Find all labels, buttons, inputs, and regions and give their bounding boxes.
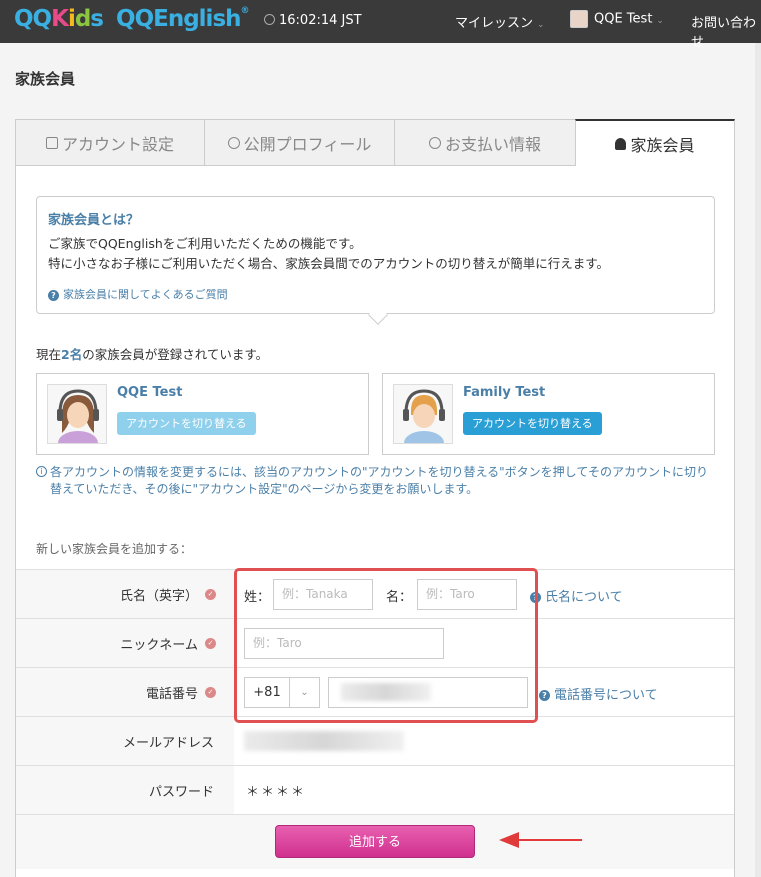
avatar (47, 384, 107, 444)
add-member-button[interactable]: 追加する (275, 825, 475, 858)
question-icon: ? (48, 289, 59, 301)
family-members-panel: 家族会員とは？ ご家族でQQEnglishをご利用いただくための機能です。 特に… (15, 166, 735, 877)
tab-public-profile[interactable]: 公開プロフィール (204, 119, 395, 166)
chevron-down-icon: ⌄ (537, 20, 545, 30)
id-card-icon (45, 136, 58, 149)
avatar (570, 10, 588, 28)
clock: 16:02:14 JST (264, 13, 362, 28)
qqkids-qqenglish-logo[interactable]: QQKids QQEnglish® (14, 6, 250, 36)
info-text-line1: ご家族でQQEnglishをご利用いただくための機能です。 (48, 236, 362, 251)
form-row-email: メールアドレス (16, 716, 734, 765)
highlight-box (234, 568, 538, 723)
page-title: 家族会員 (15, 70, 76, 88)
switch-account-button[interactable]: アカウントを切り替える (117, 412, 256, 435)
member-name: Family Test (463, 385, 546, 400)
nav-my-lesson[interactable]: マイレッスン ⌄ (455, 12, 545, 31)
tab-bar: アカウント設定 公開プロフィール お支払い情報 家族会員 (15, 119, 735, 166)
field-label: メールアドレス (16, 717, 234, 765)
required-check-icon: ✓ (205, 637, 216, 649)
tab-family-members[interactable]: 家族会員 (575, 119, 735, 166)
add-member-heading: 新しい家族会員を追加する： (36, 542, 193, 556)
member-card: Family Test アカウントを切り替える (382, 373, 715, 455)
info-box-pointer (368, 305, 388, 325)
info-title: 家族会員とは？ (48, 213, 140, 228)
switch-account-button[interactable]: アカウントを切り替える (463, 412, 602, 435)
top-bar: QQKids QQEnglish® 16:02:14 JST マイレッスン ⌄ Q… (0, 0, 761, 50)
scrollbar[interactable] (755, 43, 761, 877)
field-label: 氏名（英字） ✓ (16, 570, 234, 618)
form-row-password: パスワード ＊＊＊＊ (16, 765, 734, 814)
faq-link[interactable]: ? 家族会員に関してよくあるご質問 (48, 286, 228, 302)
avatar (393, 384, 453, 444)
field-label: ニックネーム ✓ (16, 619, 234, 667)
clock-icon (264, 14, 275, 25)
phone-help-link[interactable]: ? 電話番号について (539, 684, 658, 703)
name-help-link[interactable]: ? 氏名について (530, 586, 623, 605)
globe-icon (227, 136, 240, 149)
chevron-down-icon: ⌄ (656, 15, 664, 26)
member-name: QQE Test (117, 385, 183, 400)
question-icon: ? (539, 690, 550, 701)
nav-contact[interactable]: お問い合わせ (691, 12, 761, 50)
info-box: 家族会員とは？ ご家族でQQEnglishをご利用いただくための機能です。 特に… (36, 196, 715, 325)
required-check-icon: ✓ (205, 686, 216, 698)
member-card: QQE Test アカウントを切り替える (36, 373, 369, 455)
nav-user-menu[interactable]: QQE Test ⌄ (570, 10, 664, 28)
submit-area: 追加する (16, 814, 734, 869)
field-label: 電話番号 ✓ (16, 668, 234, 716)
user-icon (615, 137, 627, 150)
password-value: ＊＊＊＊ (246, 785, 307, 800)
tab-account-settings[interactable]: アカウント設定 (15, 119, 205, 166)
required-check-icon: ✓ (205, 588, 216, 600)
registered-count-text: 現在2名の家族会員が登録されています。 (36, 347, 269, 362)
info-text-line2: 特に小さなお子様にご利用いただく場合、家族会員間でのアカウントの切り替えが簡単に… (48, 256, 610, 271)
account-change-note: i 各アカウントの情報を変更するには、該当のアカウントの"アカウントを切り替える"… (36, 464, 716, 498)
info-icon: i (36, 466, 47, 477)
tab-payment-info[interactable]: お支払い情報 (394, 119, 576, 166)
redacted-email (244, 731, 404, 751)
dollar-icon (428, 136, 441, 149)
arrow-left-icon (499, 832, 582, 848)
field-label: パスワード (16, 766, 234, 814)
